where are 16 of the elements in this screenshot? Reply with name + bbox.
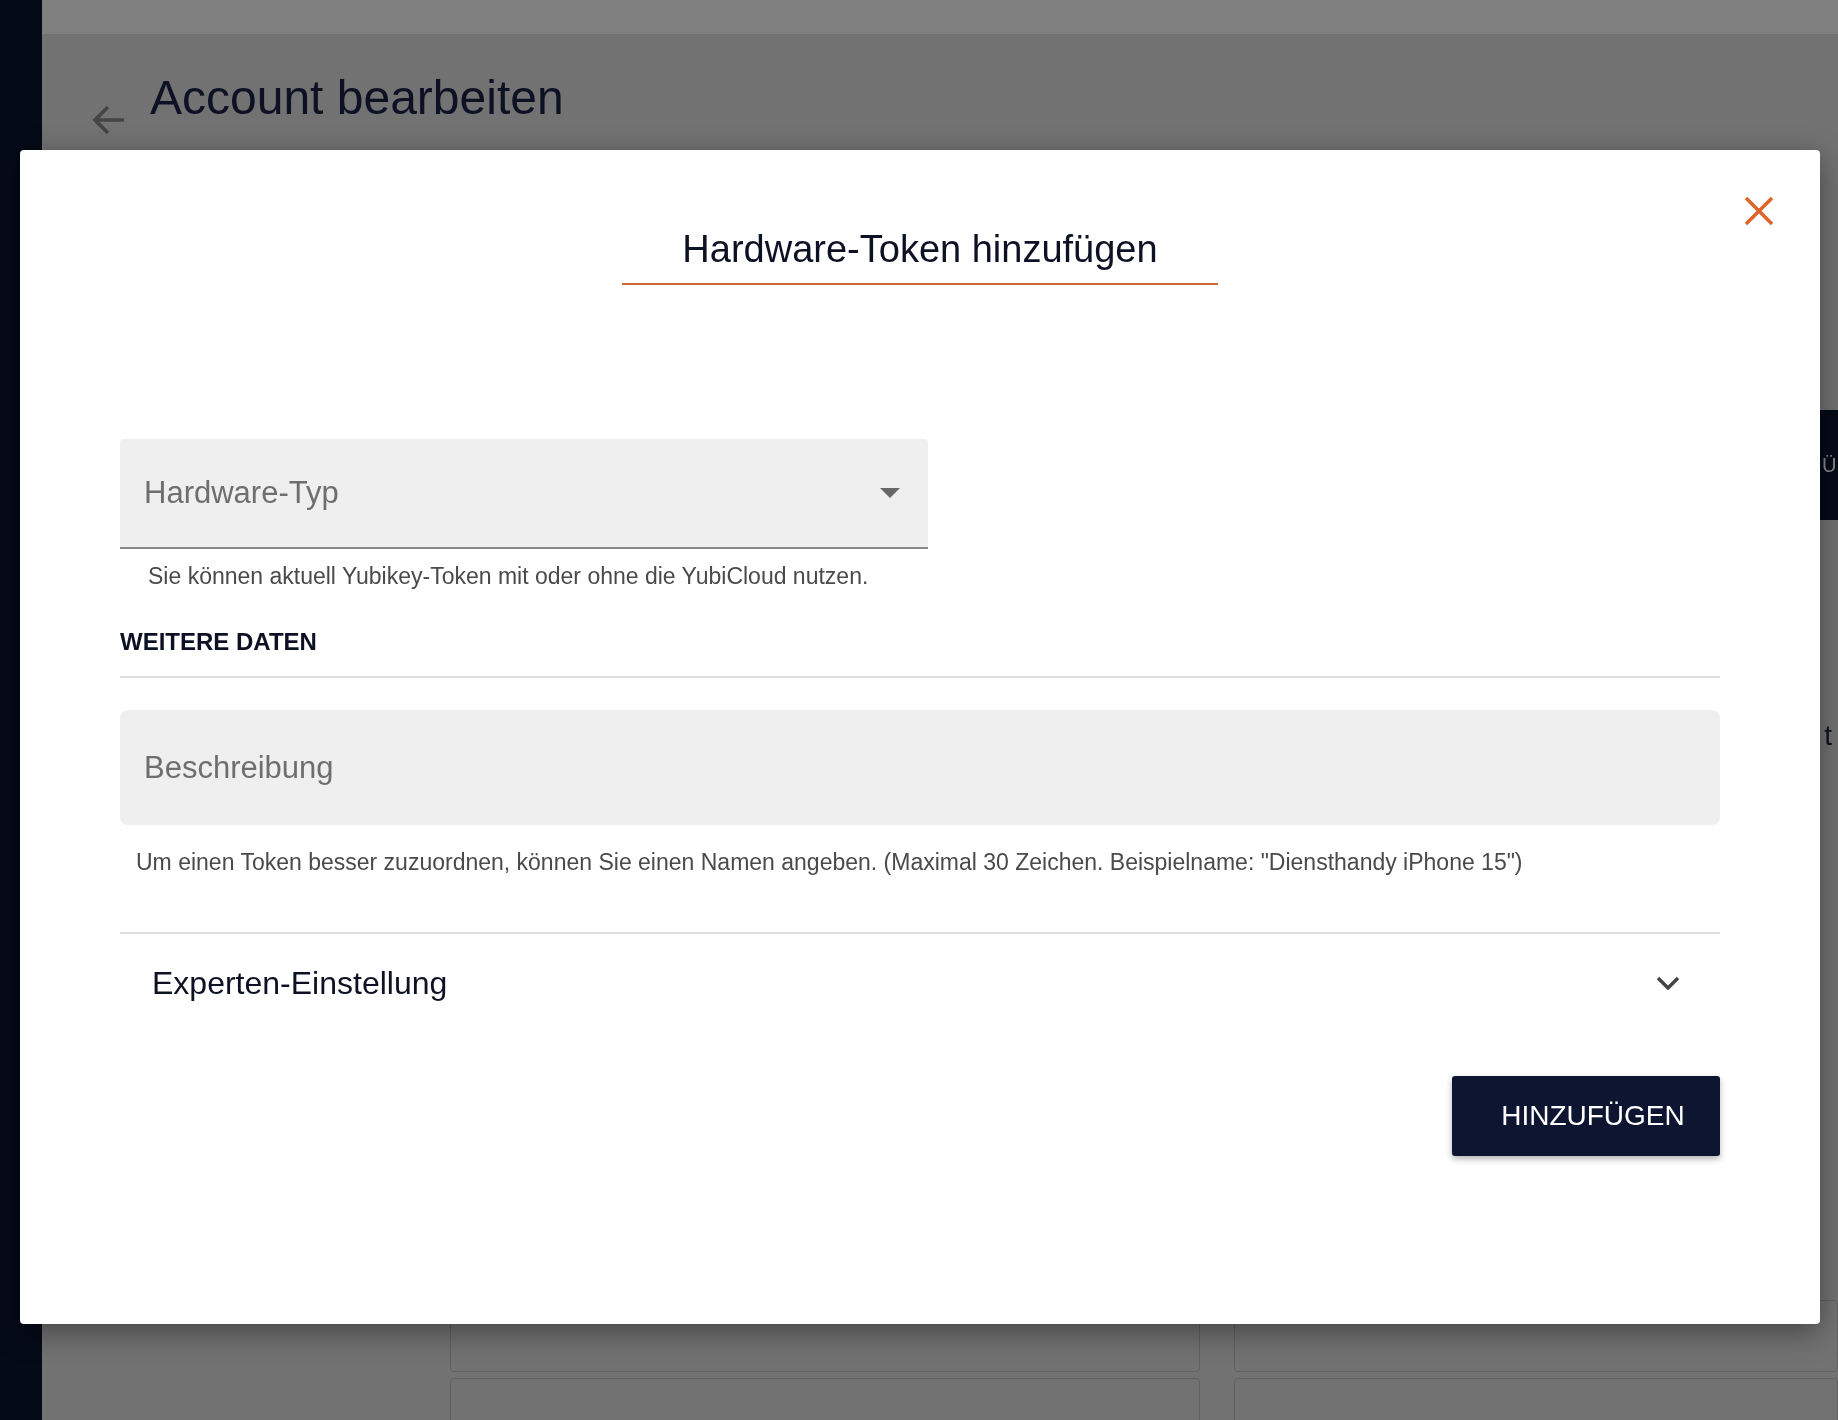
dropdown-arrow-icon — [880, 488, 900, 498]
helper-text: Sie können aktuell Yubikey-Token mit oder ohne die YubiCloud nutzen. — [148, 563, 870, 590]
dialog-title: Hardware-Token hinzufügen — [622, 228, 1218, 285]
side-button[interactable]: Ü — [1820, 410, 1838, 520]
helper-text: Um einen Token besser zuzuordnen, können Sie einen Namen angeben. (Maximal 30 Zeichen. Beispielname: "Diensthandy iPhone 15") — [136, 849, 1524, 876]
page-title: Account bearbeiten — [150, 70, 564, 125]
section-heading: WEITERE DATEN — [120, 628, 1720, 678]
description-field[interactable]: Beschreibung — [120, 710, 1720, 825]
chevron-icon — [1656, 976, 1680, 990]
expert-settings-panel[interactable]: Experten-Einstellung — [120, 932, 1720, 1032]
hardware-type-dropdown[interactable]: Hardware-Typ — [120, 439, 928, 549]
add-button[interactable]: HINZUFÜGEN — [1452, 1076, 1720, 1156]
close-icon — [1742, 194, 1776, 228]
back-arrow-icon[interactable] — [92, 105, 126, 135]
close-button[interactable] — [1742, 194, 1776, 228]
side-text: t — [1824, 720, 1832, 752]
